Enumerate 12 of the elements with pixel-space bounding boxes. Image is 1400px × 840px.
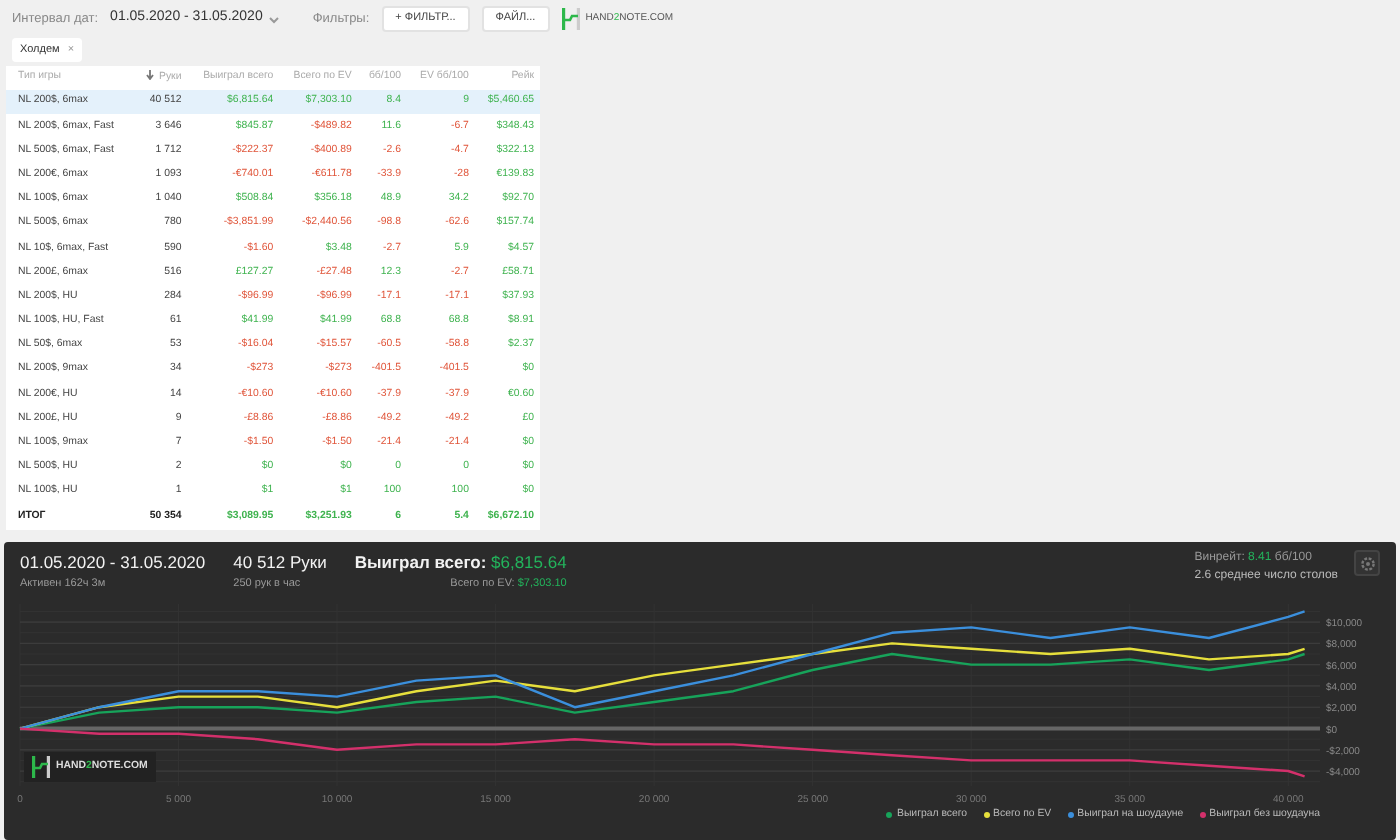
legend-dot bbox=[886, 812, 893, 819]
legend-dot bbox=[983, 812, 990, 819]
period-title: 01.05.2020 - 31.05.2020 bbox=[20, 550, 206, 576]
caret-icon bbox=[268, 15, 281, 23]
settings-icon bbox=[1359, 555, 1375, 571]
hands-count: 40 512 Руки bbox=[233, 550, 327, 576]
settings-button[interactable] bbox=[1354, 550, 1380, 576]
logo-icon bbox=[32, 756, 50, 778]
legend-dot bbox=[1067, 812, 1074, 819]
logo-icon bbox=[561, 8, 580, 30]
legend-dot bbox=[1199, 812, 1206, 819]
won-total: Выиграл всего: $6,815.64 bbox=[354, 550, 567, 576]
